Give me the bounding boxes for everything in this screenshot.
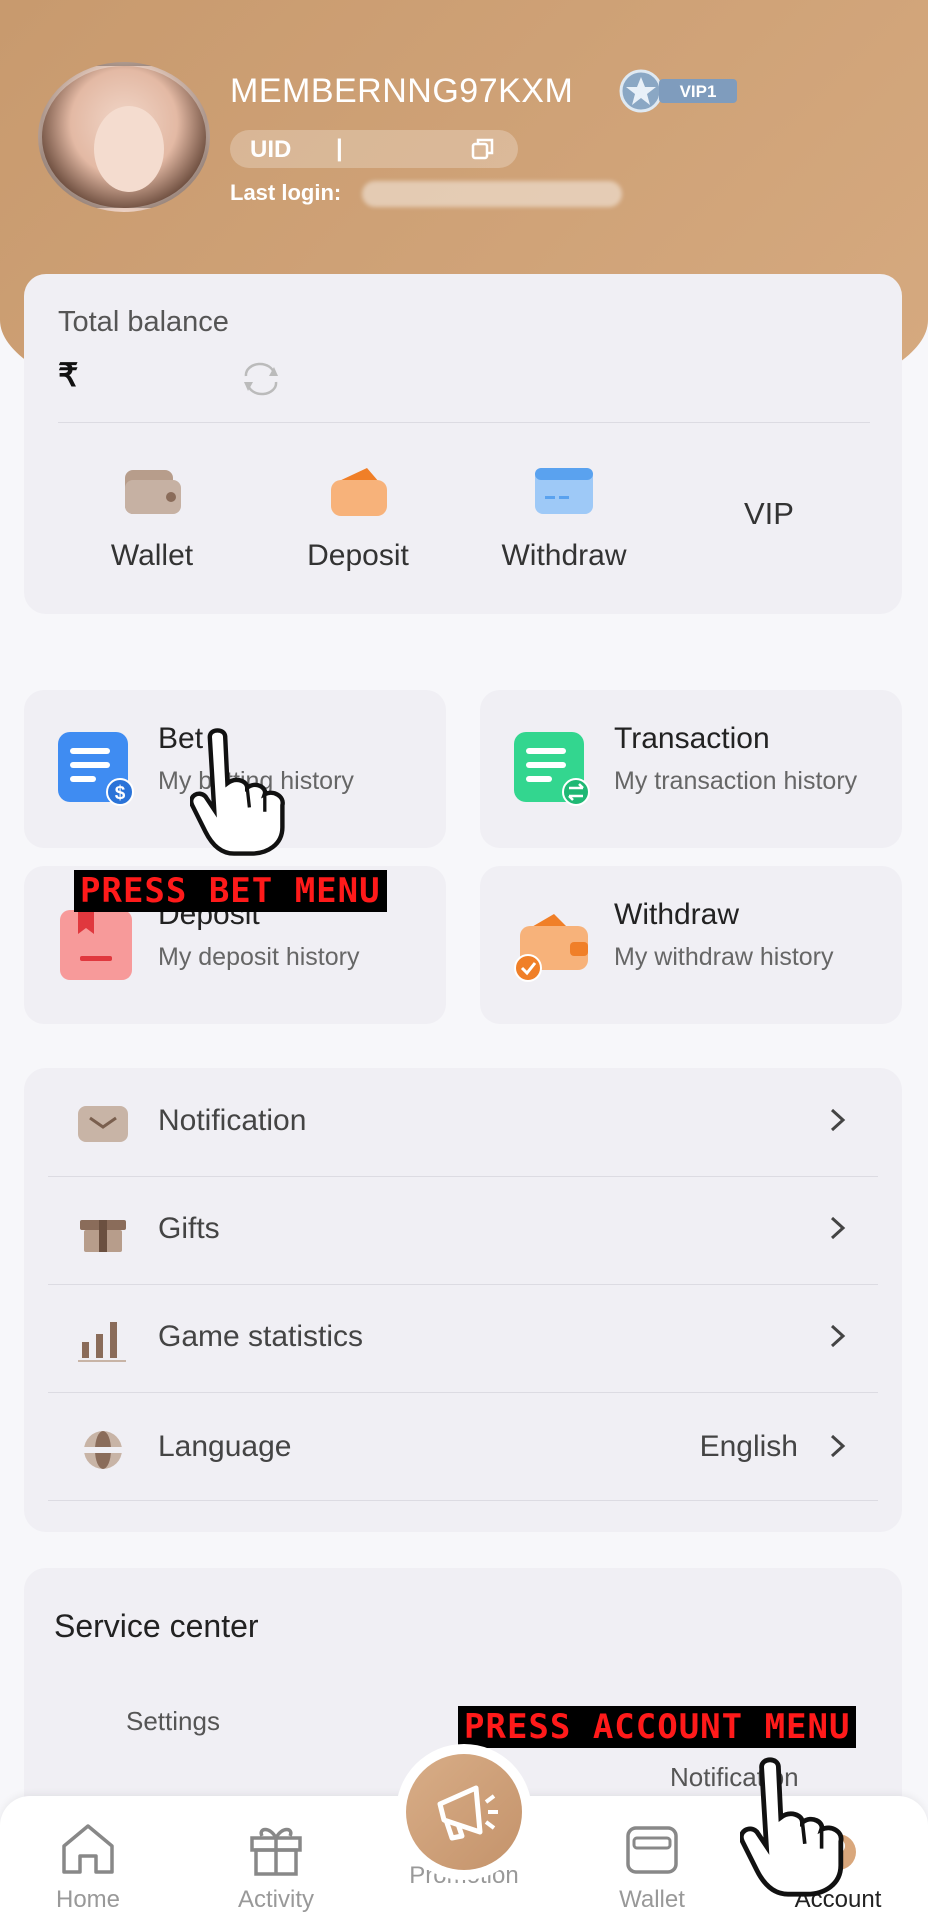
service-center-title: Service center [54,1608,259,1644]
menu-item-notification[interactable]: Notification [48,1068,878,1176]
promotion-button[interactable] [396,1744,532,1880]
menu-item-gifts[interactable]: Gifts [48,1176,878,1284]
menu-divider [48,1392,878,1393]
withdraw-history-card[interactable]: Withdraw My withdraw history [480,866,902,1024]
transaction-history-card[interactable]: Transaction My transaction history [480,690,902,848]
refresh-icon[interactable] [238,362,284,396]
globe-icon [84,1431,122,1469]
uid-label: UID [250,136,292,163]
menu-item-game-statistics[interactable]: Game statistics [48,1284,878,1392]
bar-chart-icon [78,1322,126,1362]
withdraw-icon [535,468,593,514]
tab-label: Activity [237,1886,314,1913]
withdraw-history-icon [514,914,588,982]
chevron-right-icon [830,1324,846,1348]
pointing-hand-icon [740,1757,844,1897]
home-icon [62,1824,114,1874]
username: MEMBERNNG97KXM [230,72,574,110]
tab-activity[interactable]: Activity [206,1818,346,1914]
deposit-history-icon [60,910,132,980]
uid-separator: | [336,135,343,162]
tab-label: Home [55,1886,121,1913]
chevron-right-icon [830,1216,846,1240]
last-login-value-redacted [362,181,622,207]
gift-icon [250,1827,302,1876]
deposit-action[interactable]: Deposit [268,464,448,573]
pointing-hand-icon [190,728,285,856]
tab-home[interactable]: Home [18,1818,158,1914]
last-login-label: Last login: [230,180,342,205]
megaphone-icon [437,1785,498,1841]
vip-action[interactable]: VIP [744,496,794,532]
avatar-face [94,106,164,192]
balance-title: Total balance [58,306,229,338]
bet-history-icon: $ [58,732,134,806]
language-value: English [699,1430,798,1463]
tab-label: Wallet [619,1886,685,1913]
transaction-history-subtitle: My transaction history [614,767,858,795]
balance-divider [58,422,870,423]
tab-wallet[interactable]: Wallet [582,1818,722,1914]
currency-symbol: ₹ [58,357,79,393]
withdraw-history-title: Withdraw [614,898,740,931]
wallet-icon [125,470,181,514]
deposit-history-subtitle: My deposit history [158,943,360,971]
menu-item-label: Game statistics [158,1320,364,1353]
avatar[interactable] [38,62,210,212]
mail-icon [78,1106,128,1142]
balance-card: Total balance ₹ Wallet Deposit Withdraw … [24,274,902,614]
wallet-icon [626,1826,678,1874]
wallet-action-label: Wallet [110,539,194,572]
withdraw-action[interactable]: Withdraw [474,464,654,573]
menu-divider [48,1500,878,1501]
deposit-action-label: Deposit [307,539,409,572]
chevron-right-icon [830,1108,846,1132]
copy-icon[interactable] [470,137,496,161]
uid-pill: UID | [230,130,518,168]
menu-item-label: Language [158,1430,292,1463]
press-bet-menu-label: PRESS BET MENU [74,870,387,912]
vip-badge-icon: VIP1 [619,69,737,113]
withdraw-history-subtitle: My withdraw history [614,943,834,971]
wallet-action[interactable]: Wallet [62,464,242,573]
settings-menu: Notification Gifts Game statistics Langu… [24,1068,902,1532]
svg-text:$: $ [115,783,126,804]
menu-item-language[interactable]: Language English [48,1394,878,1502]
deposit-icon [331,468,387,516]
vip-badge-label: VIP1 [680,82,717,101]
promotion-button-inner [406,1754,522,1870]
transaction-history-title: Transaction [614,722,770,755]
transaction-history-icon [514,732,590,806]
withdraw-action-label: Withdraw [501,539,627,572]
service-item-settings[interactable]: Settings [126,1706,220,1737]
chevron-right-icon [830,1434,846,1458]
press-account-menu-label: PRESS ACCOUNT MENU [458,1706,857,1748]
menu-item-label: Notification [158,1104,307,1137]
gift-icon [80,1220,126,1252]
menu-item-label: Gifts [158,1212,220,1245]
